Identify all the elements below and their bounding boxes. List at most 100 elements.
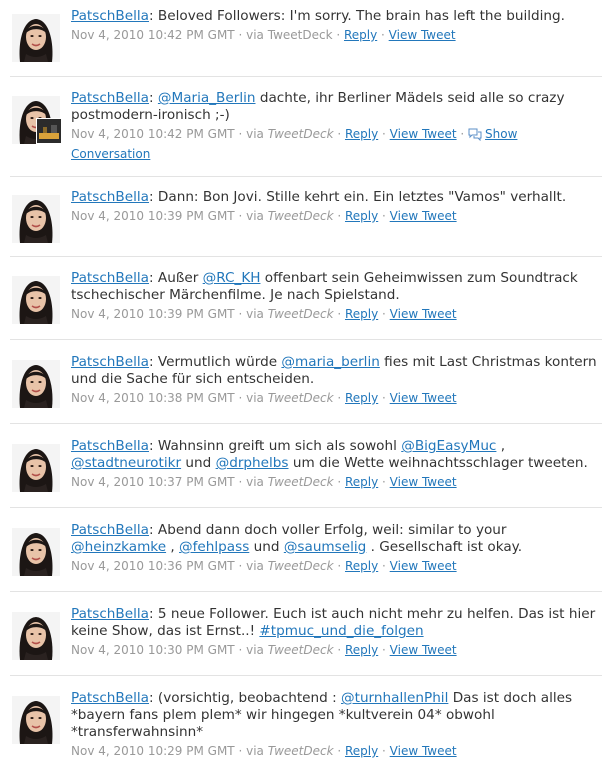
tweet-meta: Nov 4, 2010 10:36 PM GMT · via TweetDeck… — [71, 558, 597, 575]
separator-dot: · — [378, 643, 390, 657]
username-link[interactable]: PatschBella — [71, 270, 149, 286]
mention-link[interactable]: @saumselig — [284, 539, 367, 555]
reply-to-avatar[interactable] — [36, 118, 62, 144]
show-conversation-link-cont[interactable]: Conversation — [71, 147, 150, 161]
avatar[interactable] — [12, 444, 60, 492]
reply-link[interactable]: Reply — [345, 307, 378, 321]
reply-link[interactable]: Reply — [345, 391, 378, 405]
mention-link[interactable]: @drphelbs — [216, 455, 289, 471]
timestamp: Nov 4, 2010 10:37 PM GMT — [71, 475, 235, 489]
reply-link[interactable]: Reply — [345, 475, 378, 489]
username-link[interactable]: PatschBella — [71, 690, 149, 706]
timestamp: Nov 4, 2010 10:29 PM GMT — [71, 744, 235, 758]
username-link[interactable]: PatschBella — [71, 522, 149, 538]
mention-link[interactable]: @turnhallenPhil — [341, 690, 448, 706]
source-app: TweetDeck — [267, 307, 334, 321]
separator-dot: · — [333, 744, 345, 758]
avatar[interactable] — [12, 360, 60, 408]
reply-link[interactable]: Reply — [345, 559, 378, 573]
tweet-content: PatschBella: Abend dann doch voller Erfo… — [71, 522, 597, 575]
tweet-text: PatschBella: (vorsichtig, beobachtend : … — [71, 690, 573, 740]
separator-dot: · — [234, 391, 247, 405]
tweet-text-segment: . Gesellschaft ist okay. — [366, 539, 523, 555]
reply-link[interactable]: Reply — [345, 744, 378, 758]
tweet-content: PatschBella: Dann: Bon Jovi. Stille kehr… — [71, 189, 597, 225]
tweet-text: PatschBella: Vermutlich würde @maria_ber… — [71, 354, 597, 387]
via-label: via — [246, 643, 264, 657]
avatar[interactable] — [12, 528, 60, 576]
mention-link[interactable]: @stadtneurotikr — [71, 455, 181, 471]
view-tweet-link[interactable]: View Tweet — [390, 391, 457, 405]
separator-dot: · — [456, 127, 469, 141]
tweet-text-segment: (vorsichtig, beobachtend : — [157, 690, 342, 706]
username-link[interactable]: PatschBella — [71, 438, 149, 454]
hashtag-link[interactable]: #tpmuc_und_die_folgen — [259, 623, 423, 639]
tweet-text-segment: und — [249, 539, 284, 555]
view-tweet-link[interactable]: View Tweet — [390, 559, 457, 573]
mention-link[interactable]: @heinzkamke — [71, 539, 166, 555]
tweet-text-segment: , — [496, 438, 506, 454]
tweet-divider — [10, 339, 602, 340]
separator-dot: · — [378, 307, 390, 321]
tweet-meta: Nov 4, 2010 10:39 PM GMT · via TweetDeck… — [71, 306, 597, 323]
source-app: TweetDeck — [267, 475, 334, 489]
view-tweet-link[interactable]: View Tweet — [390, 127, 457, 141]
via-label: via — [246, 475, 264, 489]
reply-link[interactable]: Reply — [345, 643, 378, 657]
separator-dot: · — [378, 475, 390, 489]
separator-dot: · — [234, 28, 247, 42]
reply-link[interactable]: Reply — [345, 127, 378, 141]
avatar[interactable] — [12, 612, 60, 660]
mention-link[interactable]: @RC_KH — [203, 270, 261, 286]
username-link[interactable]: PatschBella — [71, 354, 149, 370]
username-link[interactable]: PatschBella — [71, 90, 149, 106]
username-link[interactable]: PatschBella — [71, 8, 149, 24]
view-tweet-link[interactable]: View Tweet — [389, 28, 456, 42]
view-tweet-link[interactable]: View Tweet — [390, 475, 457, 489]
source-app: TweetDeck — [267, 209, 334, 223]
show-conversation-link[interactable]: Show — [485, 127, 517, 141]
separator-dot: · — [378, 127, 390, 141]
conversation-icon[interactable] — [468, 128, 482, 146]
separator-dot: · — [378, 559, 390, 573]
tweet-text: PatschBella: Abend dann doch voller Erfo… — [71, 522, 523, 555]
view-tweet-link[interactable]: View Tweet — [390, 744, 457, 758]
reply-link[interactable]: Reply — [345, 209, 378, 223]
separator-dot: · — [234, 307, 247, 321]
mention-link[interactable]: @Maria_Berlin — [158, 90, 256, 106]
avatar[interactable] — [12, 195, 60, 243]
view-tweet-link[interactable]: View Tweet — [390, 307, 457, 321]
mention-link[interactable]: @fehlpass — [179, 539, 249, 555]
tweet-meta: Nov 4, 2010 10:30 PM GMT · via TweetDeck… — [71, 642, 597, 659]
via-label: via — [246, 559, 264, 573]
via-label: via — [246, 28, 264, 42]
reply-link[interactable]: Reply — [344, 28, 377, 42]
separator-dot: · — [377, 28, 389, 42]
separator-dot: · — [333, 559, 345, 573]
username-link[interactable]: PatschBella — [71, 606, 149, 622]
via-label: via — [246, 127, 264, 141]
separator-dot: · — [333, 127, 345, 141]
tweet-text-segment: Vermutlich würde — [157, 354, 282, 370]
tweet-text: PatschBella: 5 neue Follower. Euch ist a… — [71, 606, 596, 639]
avatar[interactable] — [12, 14, 60, 62]
tweet-text: PatschBella: Beloved Followers: I'm sorr… — [71, 8, 565, 24]
mention-link[interactable]: @BigEasyMuc — [401, 438, 496, 454]
avatar[interactable] — [12, 276, 60, 324]
tweet-text-segment: und — [181, 455, 216, 471]
separator-dot: · — [333, 475, 345, 489]
separator-dot: · — [378, 744, 390, 758]
view-tweet-link[interactable]: View Tweet — [390, 209, 457, 223]
username-link[interactable]: PatschBella — [71, 189, 149, 205]
avatar[interactable] — [12, 696, 60, 744]
separator-dot: · — [378, 391, 390, 405]
tweet-divider — [10, 507, 602, 508]
source-app: TweetDeck — [267, 391, 334, 405]
source-app: TweetDeck — [267, 643, 334, 657]
tweet-divider — [10, 76, 602, 77]
tweet-text-segment: Wahnsinn greift um sich als sowohl — [157, 438, 402, 454]
mention-link[interactable]: @maria_berlin — [281, 354, 379, 370]
separator-dot: · — [333, 391, 345, 405]
tweet-meta: Nov 4, 2010 10:42 PM GMT · via TweetDeck… — [71, 27, 597, 44]
view-tweet-link[interactable]: View Tweet — [390, 643, 457, 657]
